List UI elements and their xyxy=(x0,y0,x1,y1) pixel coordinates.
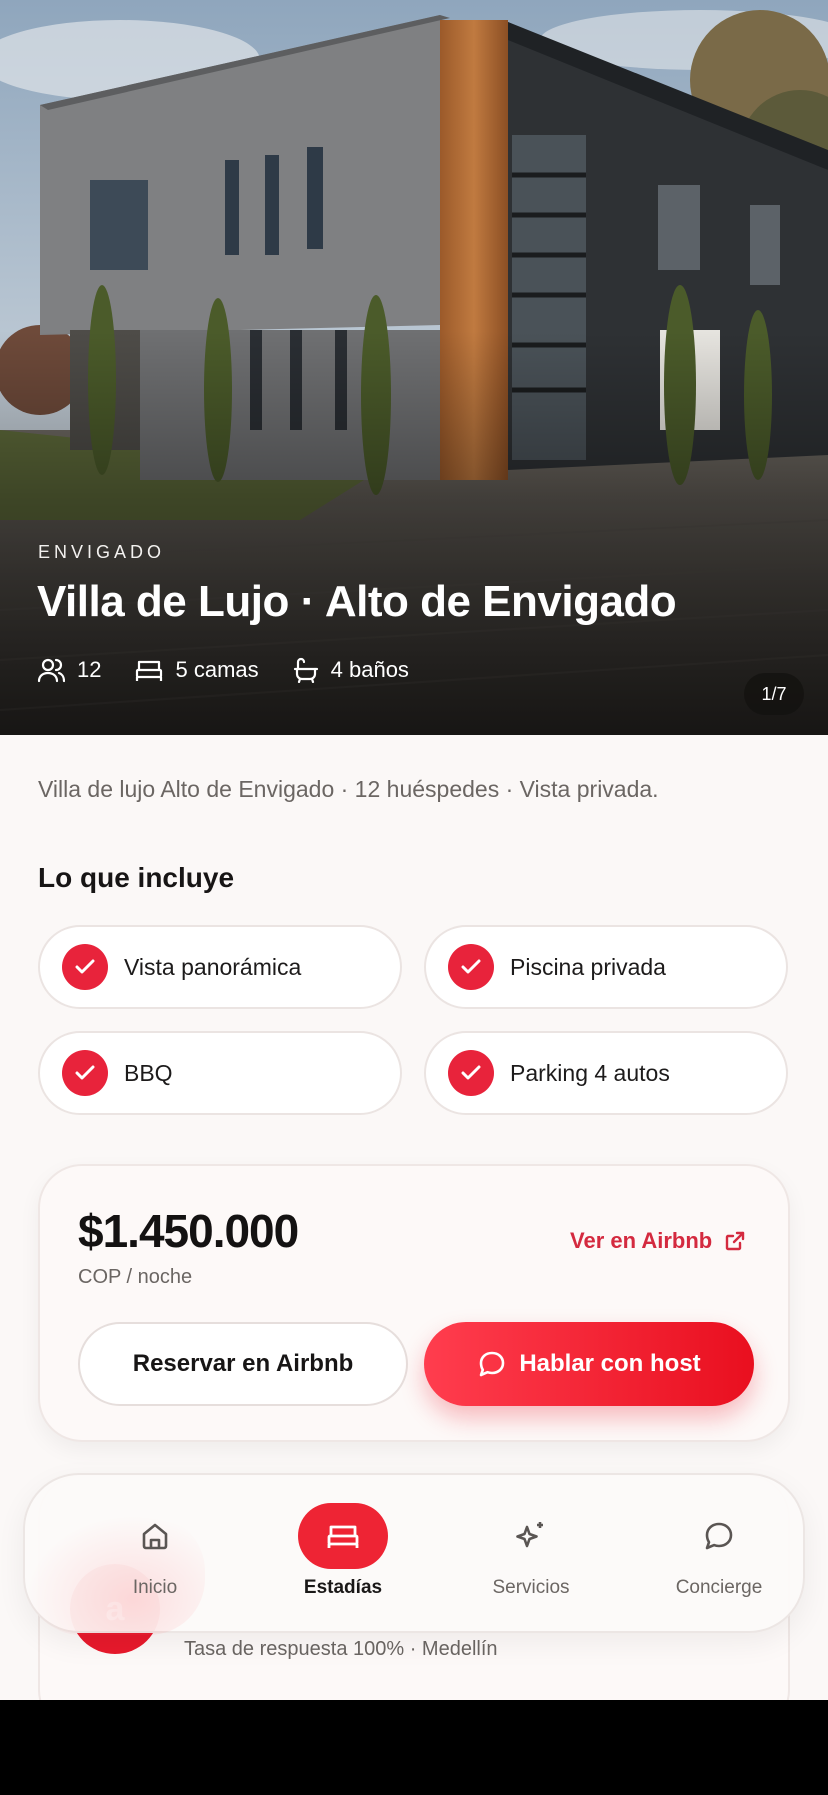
baths-info: 4 baños xyxy=(293,657,409,683)
external-link-icon xyxy=(726,1231,745,1251)
amenity-label: Parking 4 autos xyxy=(510,1059,670,1086)
amenity-label: BBQ xyxy=(124,1059,173,1086)
talk-to-host-label: Hablar con host xyxy=(519,1350,701,1377)
home-icon xyxy=(110,1503,200,1569)
users-icon xyxy=(37,658,65,683)
bottom-navigation: Inicio Estadías Servicios Concierge xyxy=(23,1473,805,1635)
nightly-price: $1.450.000 xyxy=(78,1205,299,1257)
beds-count: 5 camas xyxy=(175,657,259,682)
amenity-label: Piscina privada xyxy=(510,953,666,980)
includes-heading: Lo que incluye xyxy=(38,862,235,893)
amenity-chip: Vista panorámica xyxy=(38,925,402,1009)
talk-to-host-button[interactable]: Hablar con host xyxy=(424,1322,754,1406)
chat-icon xyxy=(674,1503,764,1569)
amenity-chip: Piscina privada xyxy=(424,925,788,1009)
price-card: $1.450.000 COP / noche Ver en Airbnb Res… xyxy=(38,1164,790,1442)
guests-count: 12 xyxy=(77,657,102,682)
nav-item-estadias[interactable]: Estadías xyxy=(263,1503,423,1613)
bottom-letterbox xyxy=(0,1700,828,1795)
baths-count: 4 baños xyxy=(330,657,409,682)
sparkles-icon xyxy=(486,1503,576,1569)
nav-label-estadias: Estadías xyxy=(303,1577,383,1598)
beds-info: 5 camas xyxy=(135,657,259,683)
chat-bubble-icon xyxy=(480,1351,505,1377)
nav-item-servicios[interactable]: Servicios xyxy=(451,1503,611,1613)
amenity-chip: BBQ xyxy=(38,1031,402,1115)
check-icon xyxy=(448,944,494,990)
location-label: ENVIGADO xyxy=(38,542,166,562)
listing-title: Villa de Lujo · Alto de Envigado xyxy=(37,577,677,626)
host-response-info: Tasa de respuesta 100% · Medellín xyxy=(184,1638,498,1660)
listing-meta: 12 5 camas 4 baños xyxy=(37,657,443,683)
bath-icon xyxy=(293,657,318,683)
check-icon xyxy=(62,1050,108,1096)
nav-item-inicio[interactable]: Inicio xyxy=(75,1503,235,1613)
hero-gallery[interactable]: ENVIGADO Villa de Lujo · Alto de Envigad… xyxy=(0,0,828,735)
price-unit: COP / noche xyxy=(78,1266,193,1288)
view-on-airbnb-link[interactable]: Ver en Airbnb xyxy=(570,1228,746,1254)
nav-label-servicios: Servicios xyxy=(492,1577,570,1598)
nav-label-inicio: Inicio xyxy=(132,1577,178,1598)
guests-info: 12 xyxy=(37,657,101,683)
check-icon xyxy=(62,944,108,990)
check-icon xyxy=(448,1050,494,1096)
amenity-label: Vista panorámica xyxy=(124,953,302,980)
stay-detail-screen: ENVIGADO Villa de Lujo · Alto de Envigad… xyxy=(0,0,828,1700)
reserve-on-airbnb-button[interactable]: Reservar en Airbnb xyxy=(78,1322,408,1406)
bed-icon xyxy=(298,1503,388,1569)
bed-icon xyxy=(136,660,163,681)
nav-label-concierge: Concierge xyxy=(675,1577,763,1598)
amenity-chip: Parking 4 autos xyxy=(424,1031,788,1115)
listing-description: Villa de lujo Alto de Envigado · 12 hués… xyxy=(38,776,659,802)
photo-counter: 1/7 xyxy=(744,673,804,715)
view-on-airbnb-label: Ver en Airbnb xyxy=(570,1228,713,1253)
nav-item-concierge[interactable]: Concierge xyxy=(639,1503,799,1613)
